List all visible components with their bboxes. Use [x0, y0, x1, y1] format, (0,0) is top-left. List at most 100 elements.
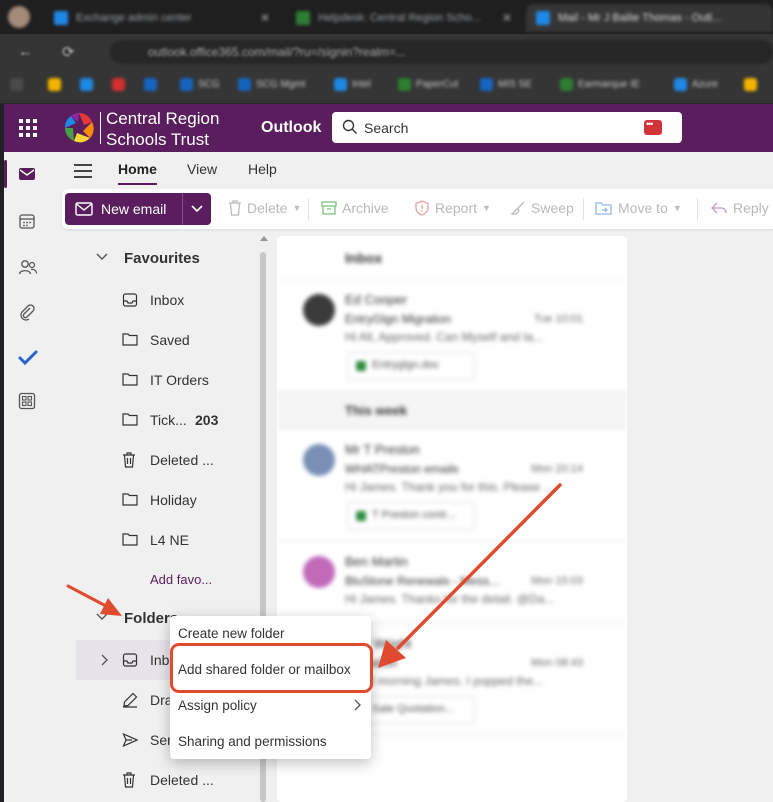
bookmark[interactable]: [48, 78, 61, 91]
folder-item-saved[interactable]: Saved: [60, 320, 266, 360]
app-title[interactable]: Outlook: [261, 119, 321, 137]
menu-item-sharing-permissions[interactable]: Sharing and permissions: [170, 724, 371, 760]
attachment-chip[interactable]: T Preston contr...: [347, 502, 475, 530]
bookmark[interactable]: Azure: [674, 78, 718, 91]
menu-item-create-new-folder[interactable]: Create new folder: [170, 616, 371, 652]
bookmark[interactable]: SCG: [180, 78, 220, 91]
move-to-button[interactable]: Move to ▼: [595, 200, 682, 216]
message-sender: Ed Cooper: [345, 292, 408, 307]
chevron-down-icon[interactable]: [189, 198, 205, 220]
bookmark[interactable]: Earmarque IE: [560, 78, 640, 91]
app-bar: [4, 152, 52, 802]
browser-tab[interactable]: Helpdesk: Central Region Scho... ✕: [286, 4, 522, 32]
message-preview: Good morning James. I popped the...: [345, 674, 544, 688]
search-input[interactable]: Search: [364, 120, 408, 136]
bookmark[interactable]: [112, 78, 125, 91]
back-icon[interactable]: ←: [18, 43, 33, 60]
app-launcher-icon[interactable]: [19, 119, 37, 137]
sweep-label: Sweep: [531, 200, 574, 216]
message-subject: WHATPreston emails: [345, 462, 459, 476]
bookmark[interactable]: SCG Mgmt: [238, 78, 305, 91]
search-box[interactable]: Search: [332, 112, 682, 143]
message-list-header: Inbox: [277, 236, 627, 280]
toolbar-divider: [308, 198, 309, 220]
apps-icon[interactable]: [18, 392, 36, 410]
toolbar-divider: [697, 198, 698, 220]
reply-button[interactable]: Reply: [710, 200, 769, 216]
folder-item-it-orders[interactable]: IT Orders: [60, 360, 266, 400]
message-item[interactable]: Ben Martin BluStone Renewals - Mess... H…: [277, 542, 627, 624]
bookmark[interactable]: [744, 78, 757, 91]
bookmark[interactable]: PaperCut: [398, 78, 458, 91]
folder-icon: [122, 333, 138, 346]
folder-item-deleted[interactable]: Deleted ...: [60, 440, 266, 480]
tab-label: Helpdesk: Central Region Scho...: [318, 12, 481, 24]
main-area: Home View Help New email Delete ▼ Archive…: [52, 152, 773, 802]
browser-tab-active[interactable]: Mail - Mr J Bailie Thomas - Outl...: [526, 4, 773, 32]
bookmark[interactable]: MIS SE: [480, 78, 532, 91]
folder-item-deleted-main[interactable]: Deleted ...: [60, 760, 266, 800]
message-sender: Ben Martin: [345, 554, 408, 569]
send-icon: [122, 732, 138, 748]
report-button[interactable]: Report ▼: [414, 200, 491, 216]
archive-button[interactable]: Archive: [321, 200, 389, 216]
attachment-chip[interactable]: Entryglgn.doc: [347, 352, 475, 380]
reply-icon: [711, 202, 727, 214]
delete-button[interactable]: Delete ▼: [228, 200, 301, 216]
chevron-down-icon[interactable]: [96, 252, 108, 262]
bookmark[interactable]: Intel: [334, 78, 371, 91]
menu-item-add-shared-folder[interactable]: Add shared folder or mailbox: [170, 652, 371, 688]
message-preview: Hi All, Approved. Can Myself and Ia...: [345, 330, 544, 344]
chevron-down-icon[interactable]: [96, 612, 108, 622]
message-subject: EntryGlgn Migration: [345, 312, 452, 326]
folder-item-holiday[interactable]: Holiday: [60, 480, 266, 520]
new-email-label: New email: [101, 201, 167, 217]
tab-view[interactable]: View: [187, 161, 217, 177]
folder-item-tickets[interactable]: Tick... 203: [60, 400, 266, 440]
nav-toggle-icon[interactable]: [74, 164, 92, 182]
todo-icon[interactable]: [18, 349, 38, 367]
message-sender: Mr T Preston: [345, 442, 420, 457]
message-item[interactable]: Ed Cooper EntryGlgn Migration Hi All, Ap…: [277, 280, 627, 392]
search-icon: [342, 119, 357, 134]
envelope-icon: [75, 202, 93, 216]
delete-label: Delete: [247, 200, 288, 216]
scroll-up-arrow-icon[interactable]: [260, 236, 268, 241]
folder-label: Saved: [150, 332, 190, 348]
tab-help[interactable]: Help: [248, 161, 277, 177]
menu-item-assign-policy[interactable]: Assign policy: [170, 688, 371, 724]
chevron-right-icon[interactable]: [100, 654, 108, 666]
url-field[interactable]: outlook.office365.com/mail/?ru=/signin?r…: [110, 40, 773, 64]
people-icon[interactable]: [18, 258, 38, 276]
bookmark[interactable]: [80, 78, 93, 91]
folder-label: Deleted ...: [150, 772, 214, 788]
inbox-icon: [122, 293, 138, 307]
archive-label: Archive: [342, 200, 389, 216]
tab-home[interactable]: Home: [118, 161, 157, 185]
browser-tab-strip: Exchange admin center ✕ Helpdesk: Centra…: [0, 0, 773, 34]
folder-item-l4-ne[interactable]: L4 NE: [60, 520, 266, 560]
favourites-header[interactable]: Favourites: [60, 238, 266, 278]
bookmark[interactable]: [144, 78, 157, 91]
folder-label: Holiday: [150, 492, 197, 508]
browser-tab[interactable]: Exchange admin center ✕: [44, 4, 280, 32]
message-date: Mon 08:43: [531, 657, 583, 669]
message-item[interactable]: Mr T Preston WHATPreston emails Hi James…: [277, 430, 627, 542]
bookmark[interactable]: [10, 78, 23, 91]
close-tab-icon[interactable]: ✕: [260, 11, 270, 25]
add-favourite-link[interactable]: Add favo...: [60, 560, 266, 600]
mail-icon[interactable]: [18, 166, 36, 182]
bookmarks-bar: SCG SCG Mgmt Intel PaperCut MIS SE Earma…: [0, 68, 773, 104]
close-tab-icon[interactable]: ✕: [502, 11, 512, 25]
reload-icon[interactable]: ⟳: [62, 43, 75, 61]
search-extension-icon[interactable]: [644, 119, 662, 135]
profile-avatar[interactable]: [8, 6, 30, 28]
avatar: [303, 294, 335, 326]
split-divider: [182, 193, 183, 225]
logo-divider: [100, 112, 101, 144]
calendar-icon[interactable]: [18, 212, 36, 230]
attachment-icon[interactable]: [18, 303, 36, 321]
folder-item-inbox[interactable]: Inbox: [60, 280, 266, 320]
sweep-button[interactable]: Sweep: [510, 200, 574, 216]
new-email-button[interactable]: New email: [65, 193, 211, 225]
